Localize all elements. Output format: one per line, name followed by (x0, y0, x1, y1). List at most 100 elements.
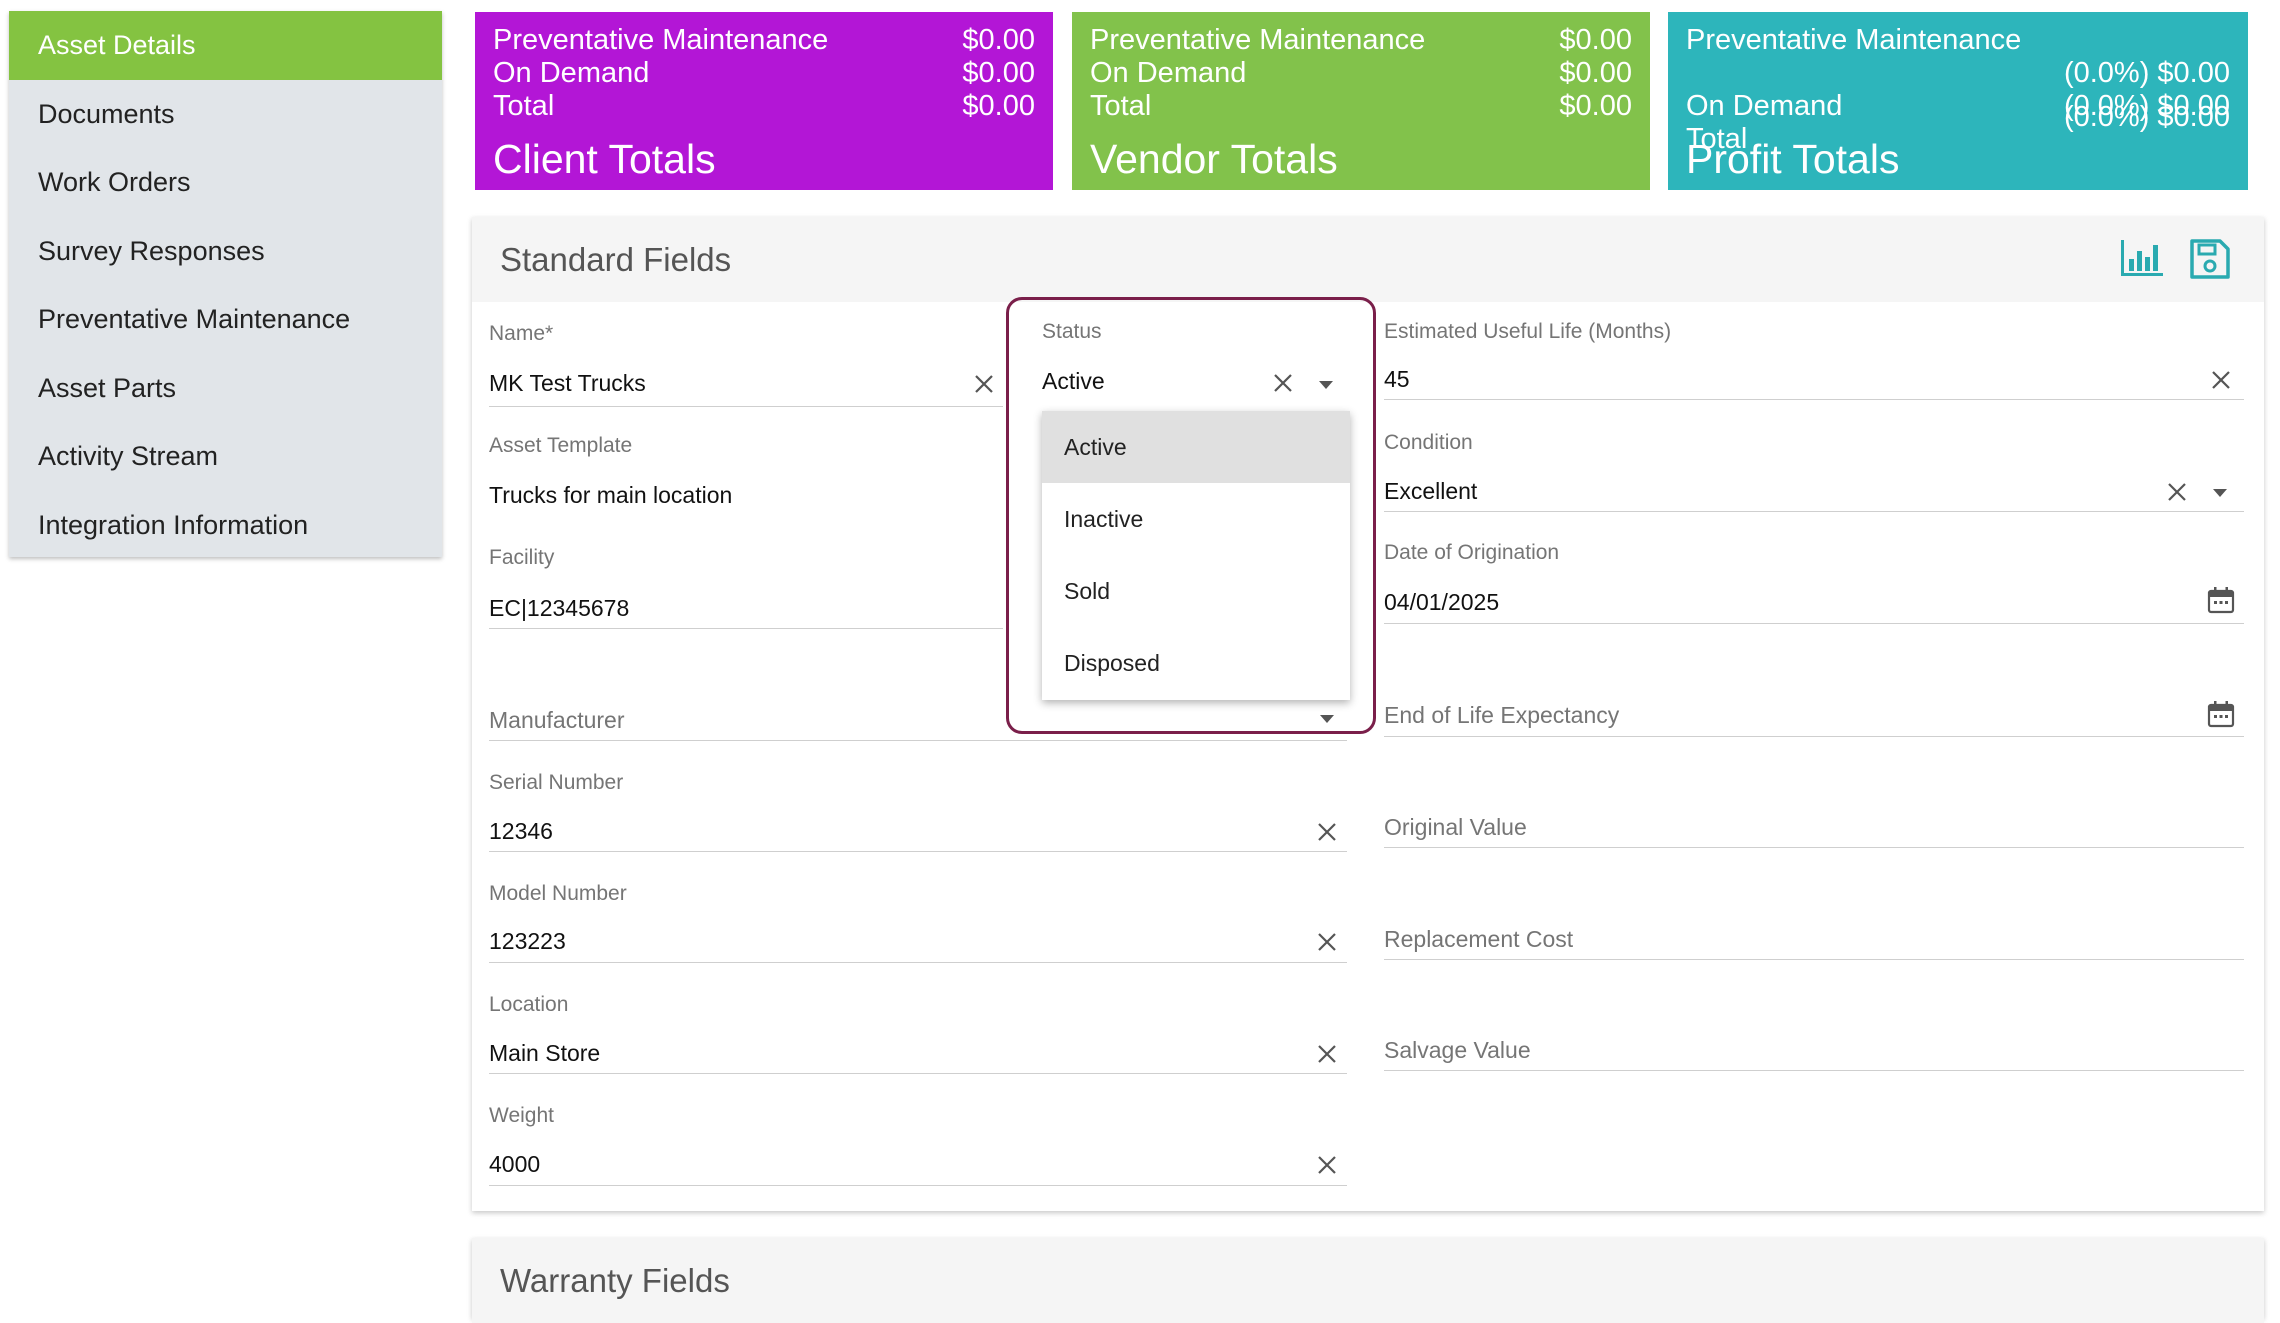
status-option-disposed[interactable]: Disposed (1042, 627, 1350, 699)
condition-label: Condition (1384, 431, 1473, 454)
end-of-life-field[interactable]: End of Life Expectancy (1384, 696, 2244, 738)
condition-field[interactable]: Condition Excellent (1384, 428, 2244, 512)
card-row-value: (0.0%) $0.00 (2063, 101, 2230, 133)
date-origination-value[interactable]: 04/01/2025 (1384, 589, 1499, 616)
field-underline (1384, 736, 2244, 737)
useful-life-label: Estimated Useful Life (Months) (1384, 320, 1672, 343)
sidebar-item-preventative-maintenance[interactable]: Preventative Maintenance (9, 285, 442, 354)
panel-title: Standard Fields (500, 241, 732, 278)
calendar-icon[interactable] (2207, 586, 2235, 614)
status-option-inactive[interactable]: Inactive (1042, 483, 1350, 555)
panel-header: Standard Fields (472, 217, 2264, 302)
card-row-label: Preventative Maintenance (1686, 24, 2022, 56)
asset-template-field[interactable]: Asset Template Trucks for main location (489, 432, 1003, 522)
field-underline (489, 628, 1003, 629)
serial-number-label: Serial Number (489, 771, 624, 794)
salvage-value-field[interactable]: Salvage Value (1384, 1031, 2244, 1073)
card-row-value: $0.00 (1559, 90, 1632, 122)
name-value[interactable]: MK Test Trucks (489, 370, 646, 397)
asset-template-label: Asset Template (489, 434, 633, 457)
location-label: Location (489, 993, 569, 1016)
name-label: Name* (489, 322, 554, 345)
facility-value[interactable]: EC|12345678 (489, 595, 629, 622)
sidebar-item-asset-details[interactable]: Asset Details (9, 11, 442, 80)
sidebar-item-integration-information[interactable]: Integration Information (9, 491, 442, 560)
useful-life-value[interactable]: 45 (1384, 366, 1410, 393)
sidebar-item-activity-stream[interactable]: Activity Stream (9, 422, 442, 491)
end-of-life-placeholder: End of Life Expectancy (1384, 702, 1620, 728)
status-option-sold[interactable]: Sold (1042, 555, 1350, 627)
warranty-fields-panel: Warranty Fields (472, 1238, 2264, 1323)
serial-number-value[interactable]: 12346 (489, 818, 553, 845)
card-title: Profit Totals (1686, 136, 1900, 182)
field-underline (489, 851, 1347, 852)
card-row: Preventative Maintenance $0.00 (1090, 24, 1632, 57)
clear-icon[interactable] (2166, 481, 2188, 503)
panel-header: Warranty Fields (472, 1238, 2264, 1323)
location-field[interactable]: Location Main Store (489, 993, 1347, 1075)
clear-icon[interactable] (2210, 369, 2232, 391)
condition-value[interactable]: Excellent (1384, 478, 1477, 505)
salvage-value-placeholder: Salvage Value (1384, 1037, 1531, 1063)
location-value[interactable]: Main Store (489, 1040, 600, 1067)
facility-label: Facility (489, 546, 555, 569)
card-row-value: $0.00 (962, 90, 1035, 122)
field-underline (1384, 959, 2244, 960)
card-row: Preventative Maintenance $0.00 (493, 24, 1035, 57)
model-number-value[interactable]: 123223 (489, 928, 566, 955)
field-underline (1384, 1070, 2244, 1071)
vendor-totals-card: Preventative Maintenance $0.00 On Demand… (1072, 12, 1650, 190)
card-row: (0.0%) $0.00 (1686, 57, 2230, 90)
replacement-cost-field[interactable]: Replacement Cost (1384, 920, 2244, 962)
status-option-active[interactable]: Active (1042, 411, 1350, 483)
name-field[interactable]: Name* MK Test Trucks (489, 318, 1003, 408)
field-underline (489, 1073, 1347, 1074)
panel-title: Warranty Fields (500, 1262, 730, 1299)
card-row-value: $0.00 (1559, 57, 1632, 89)
asset-template-value[interactable]: Trucks for main location (489, 482, 732, 509)
replacement-cost-placeholder: Replacement Cost (1384, 926, 1574, 952)
original-value-placeholder: Original Value (1384, 814, 1527, 840)
field-underline (489, 406, 1003, 407)
weight-value[interactable]: 4000 (489, 1151, 540, 1178)
card-row: Total $0.00 (1090, 90, 1632, 123)
card-row-label: Total (493, 90, 555, 122)
field-underline (1384, 623, 2244, 624)
save-icon[interactable] (2186, 237, 2234, 281)
field-underline (1384, 399, 2244, 400)
model-number-field[interactable]: Model Number 123223 (489, 882, 1347, 964)
sidebar-item-asset-parts[interactable]: Asset Parts (9, 354, 442, 423)
card-row: On Demand $0.00 (493, 57, 1035, 90)
field-underline (489, 1185, 1347, 1186)
calendar-icon[interactable] (2207, 700, 2235, 728)
sidebar-item-documents[interactable]: Documents (9, 80, 442, 149)
clear-icon[interactable] (1316, 1043, 1338, 1065)
date-origination-label: Date of Origination (1384, 541, 1560, 564)
field-underline (1384, 511, 2244, 512)
clear-icon[interactable] (1316, 931, 1338, 953)
card-row-label: On Demand (1686, 90, 1843, 122)
clear-icon[interactable] (1316, 821, 1338, 843)
status-dropdown-menu: Active Inactive Sold Disposed (1042, 411, 1350, 700)
clear-icon[interactable] (1316, 1154, 1338, 1176)
dropdown-arrow-icon[interactable] (2212, 488, 2228, 498)
card-row-label: On Demand (493, 57, 650, 89)
client-totals-card: Preventative Maintenance $0.00 On Demand… (475, 12, 1053, 190)
clear-icon[interactable] (973, 373, 995, 395)
card-row: On Demand $0.00 (1090, 57, 1632, 90)
bar-chart-icon[interactable] (2118, 237, 2166, 281)
model-number-label: Model Number (489, 882, 627, 905)
field-underline (489, 740, 1347, 741)
serial-number-field[interactable]: Serial Number 12346 (489, 770, 1347, 852)
date-origination-field[interactable]: Date of Origination 04/01/2025 (1384, 540, 2244, 624)
sidebar-item-survey-responses[interactable]: Survey Responses (9, 217, 442, 286)
sidebar-item-work-orders[interactable]: Work Orders (9, 148, 442, 217)
useful-life-field[interactable]: Estimated Useful Life (Months) 45 (1384, 316, 2244, 400)
facility-field[interactable]: Facility EC|12345678 (489, 543, 1003, 633)
card-row-label: Preventative Maintenance (493, 24, 829, 56)
card-row-label: Total (1090, 90, 1152, 122)
card-row-label: On Demand (1090, 57, 1247, 89)
weight-field[interactable]: Weight 4000 (489, 1104, 1347, 1186)
original-value-field[interactable]: Original Value (1384, 808, 2244, 850)
field-underline (489, 962, 1347, 963)
